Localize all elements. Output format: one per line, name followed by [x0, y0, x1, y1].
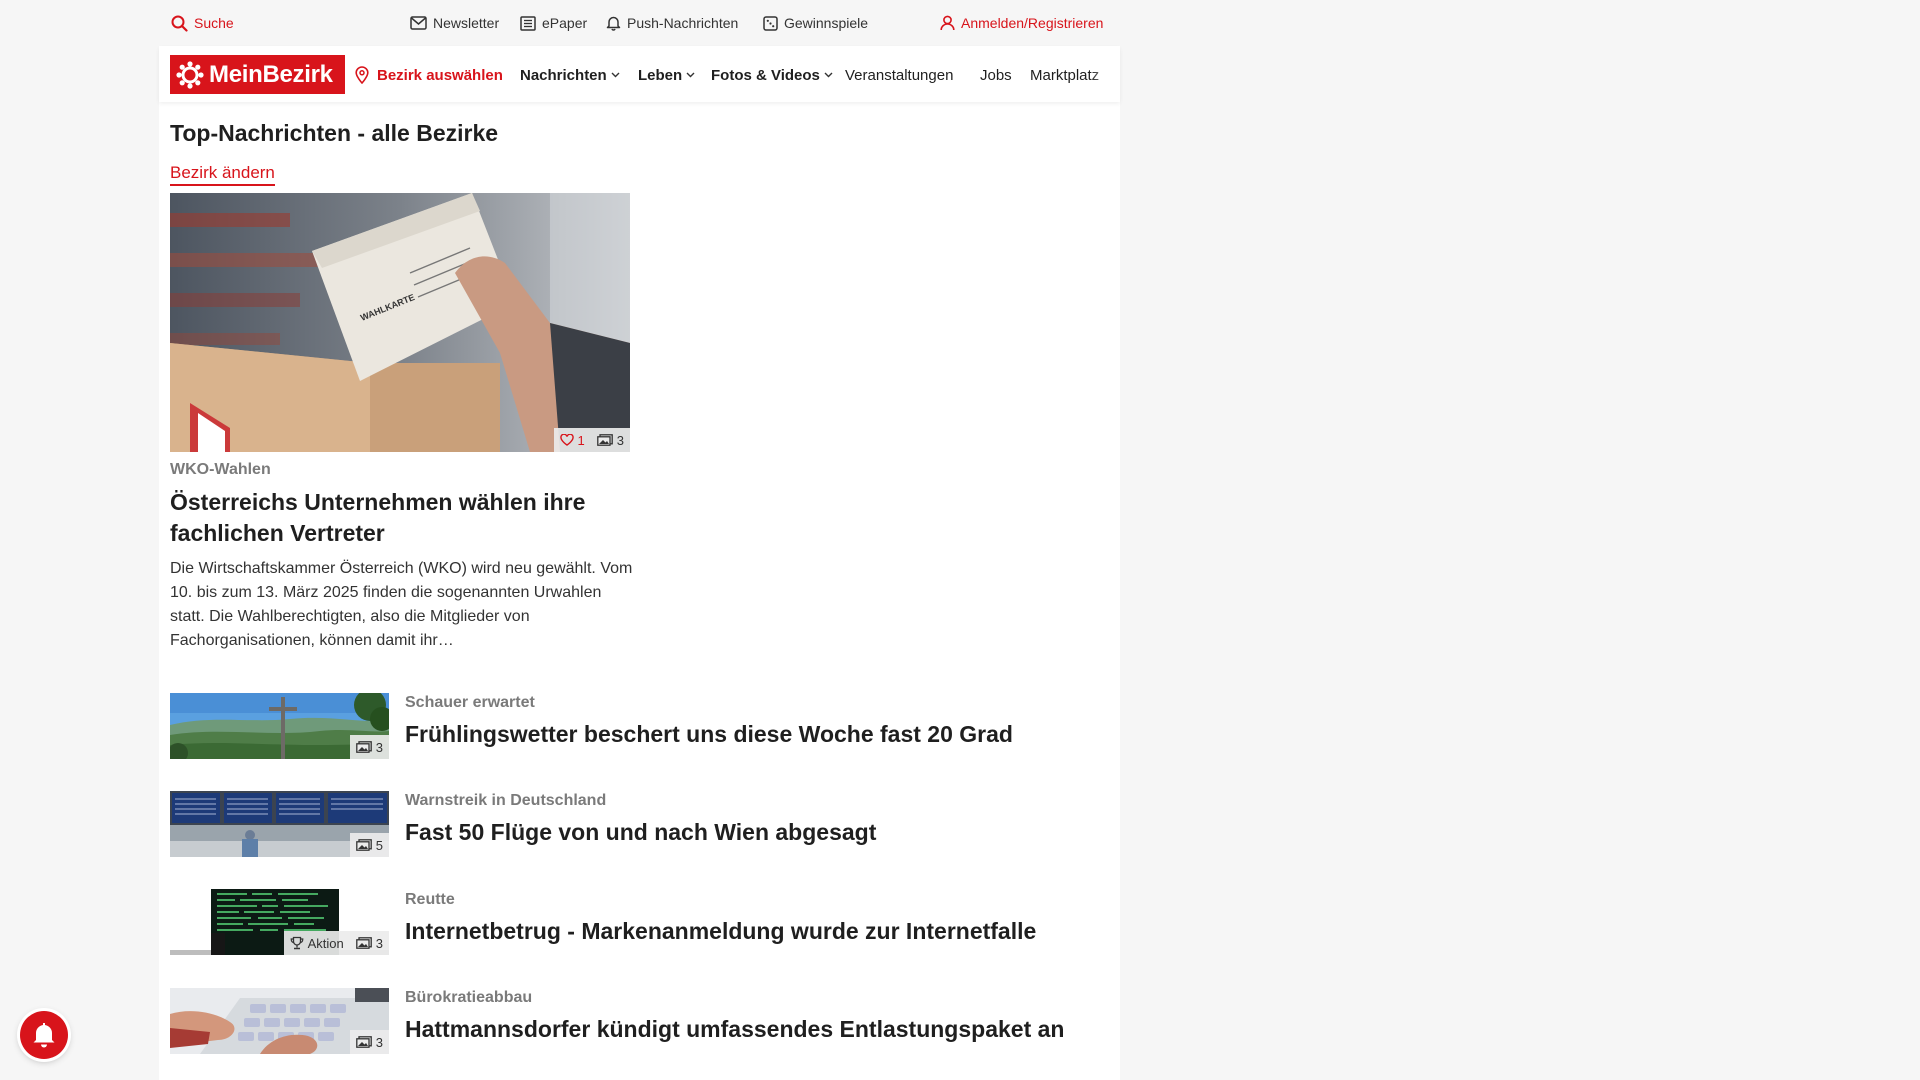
photos-icon: [355, 741, 372, 753]
nav-item-marktplatz[interactable]: Marktplatz: [1030, 66, 1099, 84]
nav-item-label: Marktplatz: [1030, 66, 1100, 84]
epaper-label: ePaper: [542, 15, 588, 31]
photos-count: 3: [375, 739, 383, 755]
chevron-down-icon: [824, 72, 833, 78]
nav-item-nachrichten[interactable]: Nachrichten: [520, 66, 620, 84]
nav-item-jobs[interactable]: Jobs: [980, 66, 1012, 84]
push-notifications-link[interactable]: Push-Nachrichten: [606, 14, 738, 32]
article-title[interactable]: Hattmannsdorfer kündigt umfassendes Entl…: [405, 1016, 1064, 1043]
tag-label: Aktion: [307, 935, 344, 951]
photos-badge: 5: [355, 837, 383, 853]
logo-ring-icon: [176, 60, 204, 89]
logo-text: MeinBezirk: [209, 60, 333, 88]
photos-count: 3: [375, 935, 383, 951]
article-kicker[interactable]: Warnstreik in Deutschland: [405, 792, 606, 810]
nav-item-leben[interactable]: Leben: [638, 66, 695, 84]
nav-item-fotos-videos[interactable]: Fotos & Videos: [711, 66, 833, 84]
newsletter-label: Newsletter: [433, 15, 500, 31]
utility-bar: Suche Newsletter ePaper Push-Nachrichten…: [159, 0, 1120, 46]
photos-count: 5: [375, 837, 383, 853]
bell-icon: [33, 1023, 55, 1048]
photos-badge: 3: [355, 739, 383, 755]
gewinnspiele-link[interactable]: Gewinnspiele: [763, 14, 868, 32]
bezirk-select-label: Bezirk auswählen: [377, 66, 503, 84]
search-link[interactable]: Suche: [171, 14, 234, 32]
article-kicker[interactable]: Schauer erwartet: [405, 694, 535, 712]
hero-kicker[interactable]: WKO-Wahlen: [170, 461, 271, 479]
ballot-photo: WAHLKARTE: [170, 193, 630, 452]
dice-icon: [763, 15, 778, 31]
likes-count: 1: [577, 432, 585, 448]
photos-badge: 3: [596, 432, 624, 448]
change-bezirk-link[interactable]: Bezirk ändern: [170, 163, 275, 186]
trophy-icon: [290, 936, 304, 950]
nav-item-label: Fotos & Videos: [711, 66, 820, 84]
page-title: Top-Nachrichten - alle Bezirke: [170, 120, 499, 146]
notification-bell-button[interactable]: [20, 1011, 68, 1059]
epaper-link[interactable]: ePaper: [519, 14, 587, 32]
photos-icon: [355, 937, 372, 949]
article-kicker[interactable]: Bürokratieabbau: [405, 989, 532, 1007]
hero-title[interactable]: Österreichs Unternehmen wählen ihre fach…: [170, 487, 640, 549]
hero-badges: 1 3: [553, 428, 630, 452]
article-badges: 5: [349, 833, 389, 857]
article-thumbnail[interactable]: 5: [170, 791, 389, 857]
newsletter-link[interactable]: Newsletter: [410, 14, 499, 32]
hero-article-image[interactable]: WAHLKARTE 1 3: [170, 193, 630, 452]
photos-badge: 3: [355, 1034, 383, 1050]
article-badges: 3: [349, 735, 389, 759]
photos-badge: 3: [355, 935, 383, 951]
likes-badge: 1: [559, 432, 585, 448]
gewinnspiele-label: Gewinnspiele: [784, 15, 869, 31]
login-link[interactable]: Anmelden/Registrieren: [940, 14, 1103, 32]
nav-item-veranstaltungen[interactable]: Veranstaltungen: [845, 66, 953, 84]
user-icon: [940, 15, 955, 31]
bell-icon: [606, 16, 621, 31]
heart-icon: [559, 434, 574, 446]
page-container: Suche Newsletter ePaper Push-Nachrichten…: [159, 0, 1120, 1080]
article-badges: 3: [349, 1030, 389, 1054]
article-title[interactable]: Frühlingswetter beschert uns diese Woche…: [405, 721, 1013, 748]
article-thumbnail[interactable]: Aktion 3: [170, 889, 389, 955]
article-thumbnail[interactable]: 3: [170, 988, 389, 1054]
chevron-down-icon: [686, 72, 695, 78]
nav-item-label: Nachrichten: [520, 66, 607, 84]
article-badges: Aktion 3: [283, 931, 389, 955]
tag-badge: Aktion: [290, 936, 344, 951]
search-label: Suche: [194, 15, 234, 31]
article-thumbnail[interactable]: 3: [170, 693, 389, 759]
nav-item-label: Jobs: [980, 66, 1012, 84]
bezirk-select[interactable]: Bezirk auswählen: [355, 66, 503, 84]
chevron-down-icon: [611, 72, 620, 78]
login-label: Anmelden/Registrieren: [961, 15, 1104, 31]
nav-item-label: Leben: [638, 66, 683, 84]
nav-scroll-fade: [1090, 46, 1120, 102]
mail-icon: [410, 16, 427, 30]
main-navigation: MeinBezirk Bezirk auswählen Nachrichten …: [159, 46, 1120, 102]
location-pin-icon: [355, 66, 369, 84]
article-title[interactable]: Internetbetrug - Markenanmeldung wurde z…: [405, 918, 1036, 945]
photos-icon: [596, 434, 613, 446]
meinbezirk-logo[interactable]: MeinBezirk: [170, 55, 345, 94]
photos-icon: [355, 1036, 372, 1048]
article-title[interactable]: Fast 50 Flüge von und nach Wien abgesagt: [405, 819, 876, 846]
newspaper-icon: [520, 15, 536, 31]
search-icon: [171, 15, 188, 32]
photos-count: 3: [375, 1034, 383, 1050]
photos-icon: [355, 839, 372, 851]
push-label: Push-Nachrichten: [627, 15, 739, 31]
hero-teaser: Die Wirtschaftskammer Österreich (WKO) w…: [170, 560, 633, 649]
nav-item-label: Veranstaltungen: [845, 66, 954, 84]
photos-count: 3: [616, 432, 624, 448]
article-kicker[interactable]: Reutte: [405, 891, 455, 909]
